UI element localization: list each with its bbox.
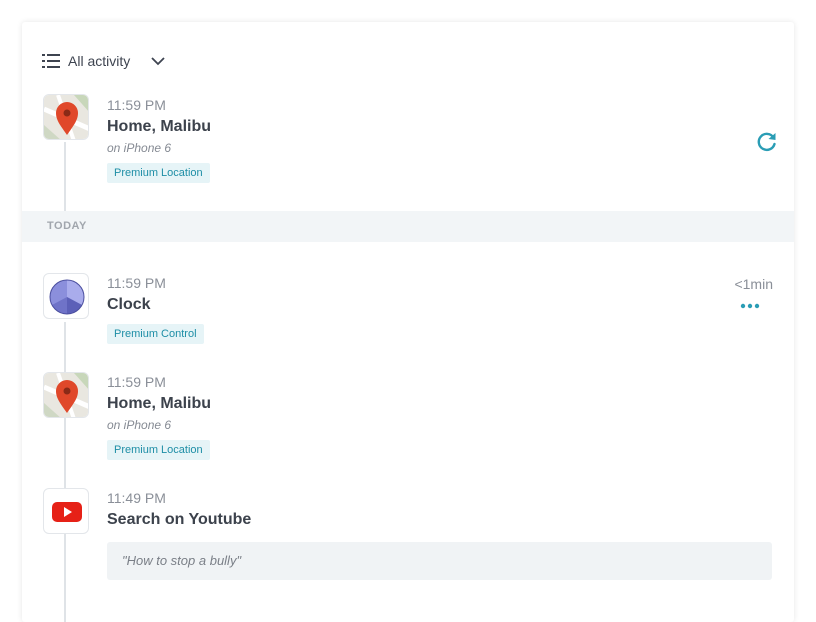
section-label: TODAY — [47, 220, 87, 232]
entry-duration: <1min — [734, 276, 773, 292]
timeline-line — [64, 142, 66, 211]
filter-label: All activity — [68, 53, 131, 69]
chevron-down-icon[interactable] — [150, 56, 166, 66]
activity-entry[interactable]: 11:59 PM Home, Malibu on iPhone 6 Premiu… — [107, 96, 774, 183]
map-pin-icon — [43, 372, 89, 418]
clock-app-icon — [43, 273, 89, 319]
entry-title: Clock — [107, 296, 151, 313]
activity-card: All activity 11:59 PM Home, Malibu on iP… — [22, 22, 794, 622]
search-query: "How to stop a bully" — [107, 542, 772, 580]
entry-time: 11:59 PM — [107, 275, 166, 291]
timeline-line — [64, 322, 66, 622]
entry-title: Home, Malibu — [107, 118, 212, 135]
youtube-icon — [43, 488, 89, 534]
more-icon[interactable] — [740, 302, 760, 310]
section-header-today: TODAY — [22, 211, 794, 242]
entry-device: on iPhone 6 — [107, 141, 172, 155]
entry-device: on iPhone 6 — [107, 418, 172, 432]
premium-badge[interactable]: Premium Location — [107, 163, 210, 183]
map-pin-icon — [43, 94, 89, 140]
entry-time: 11:59 PM — [107, 97, 166, 113]
activity-filter-dropdown[interactable]: All activity — [42, 50, 166, 72]
premium-badge[interactable]: Premium Control — [107, 324, 204, 344]
activity-entry[interactable]: 11:49 PM Search on Youtube — [107, 489, 774, 531]
list-icon — [42, 54, 60, 68]
entry-title: Home, Malibu — [107, 395, 212, 412]
entry-time: 11:59 PM — [107, 374, 166, 390]
activity-entry[interactable]: 11:59 PM Clock Premium Control — [107, 274, 774, 344]
entry-title: Search on Youtube — [107, 511, 252, 528]
refresh-icon[interactable] — [756, 130, 778, 152]
activity-entry[interactable]: 11:59 PM Home, Malibu on iPhone 6 Premiu… — [107, 373, 774, 460]
premium-badge[interactable]: Premium Location — [107, 440, 210, 460]
entry-time: 11:49 PM — [107, 490, 166, 506]
